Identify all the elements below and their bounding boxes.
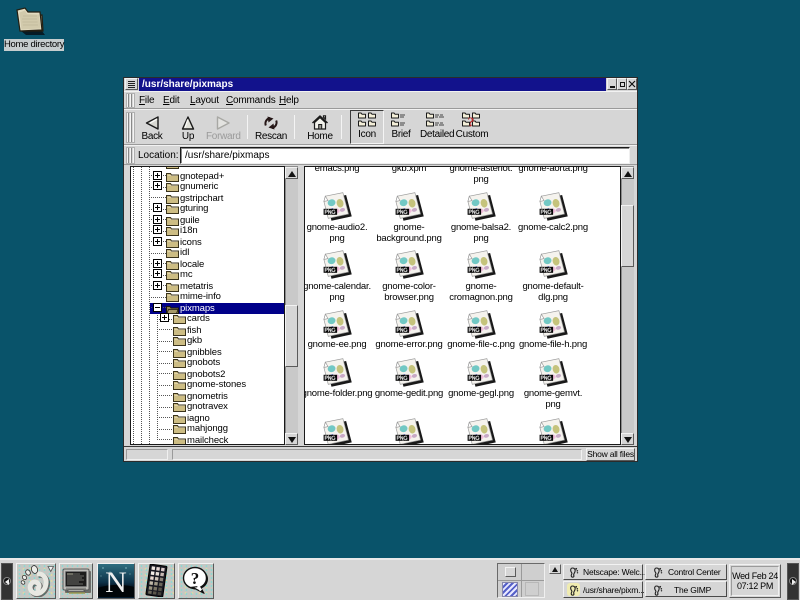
svg-text:?: ?: [468, 116, 475, 130]
svg-text:N: N: [105, 566, 127, 597]
svg-text:?: ?: [191, 569, 200, 588]
